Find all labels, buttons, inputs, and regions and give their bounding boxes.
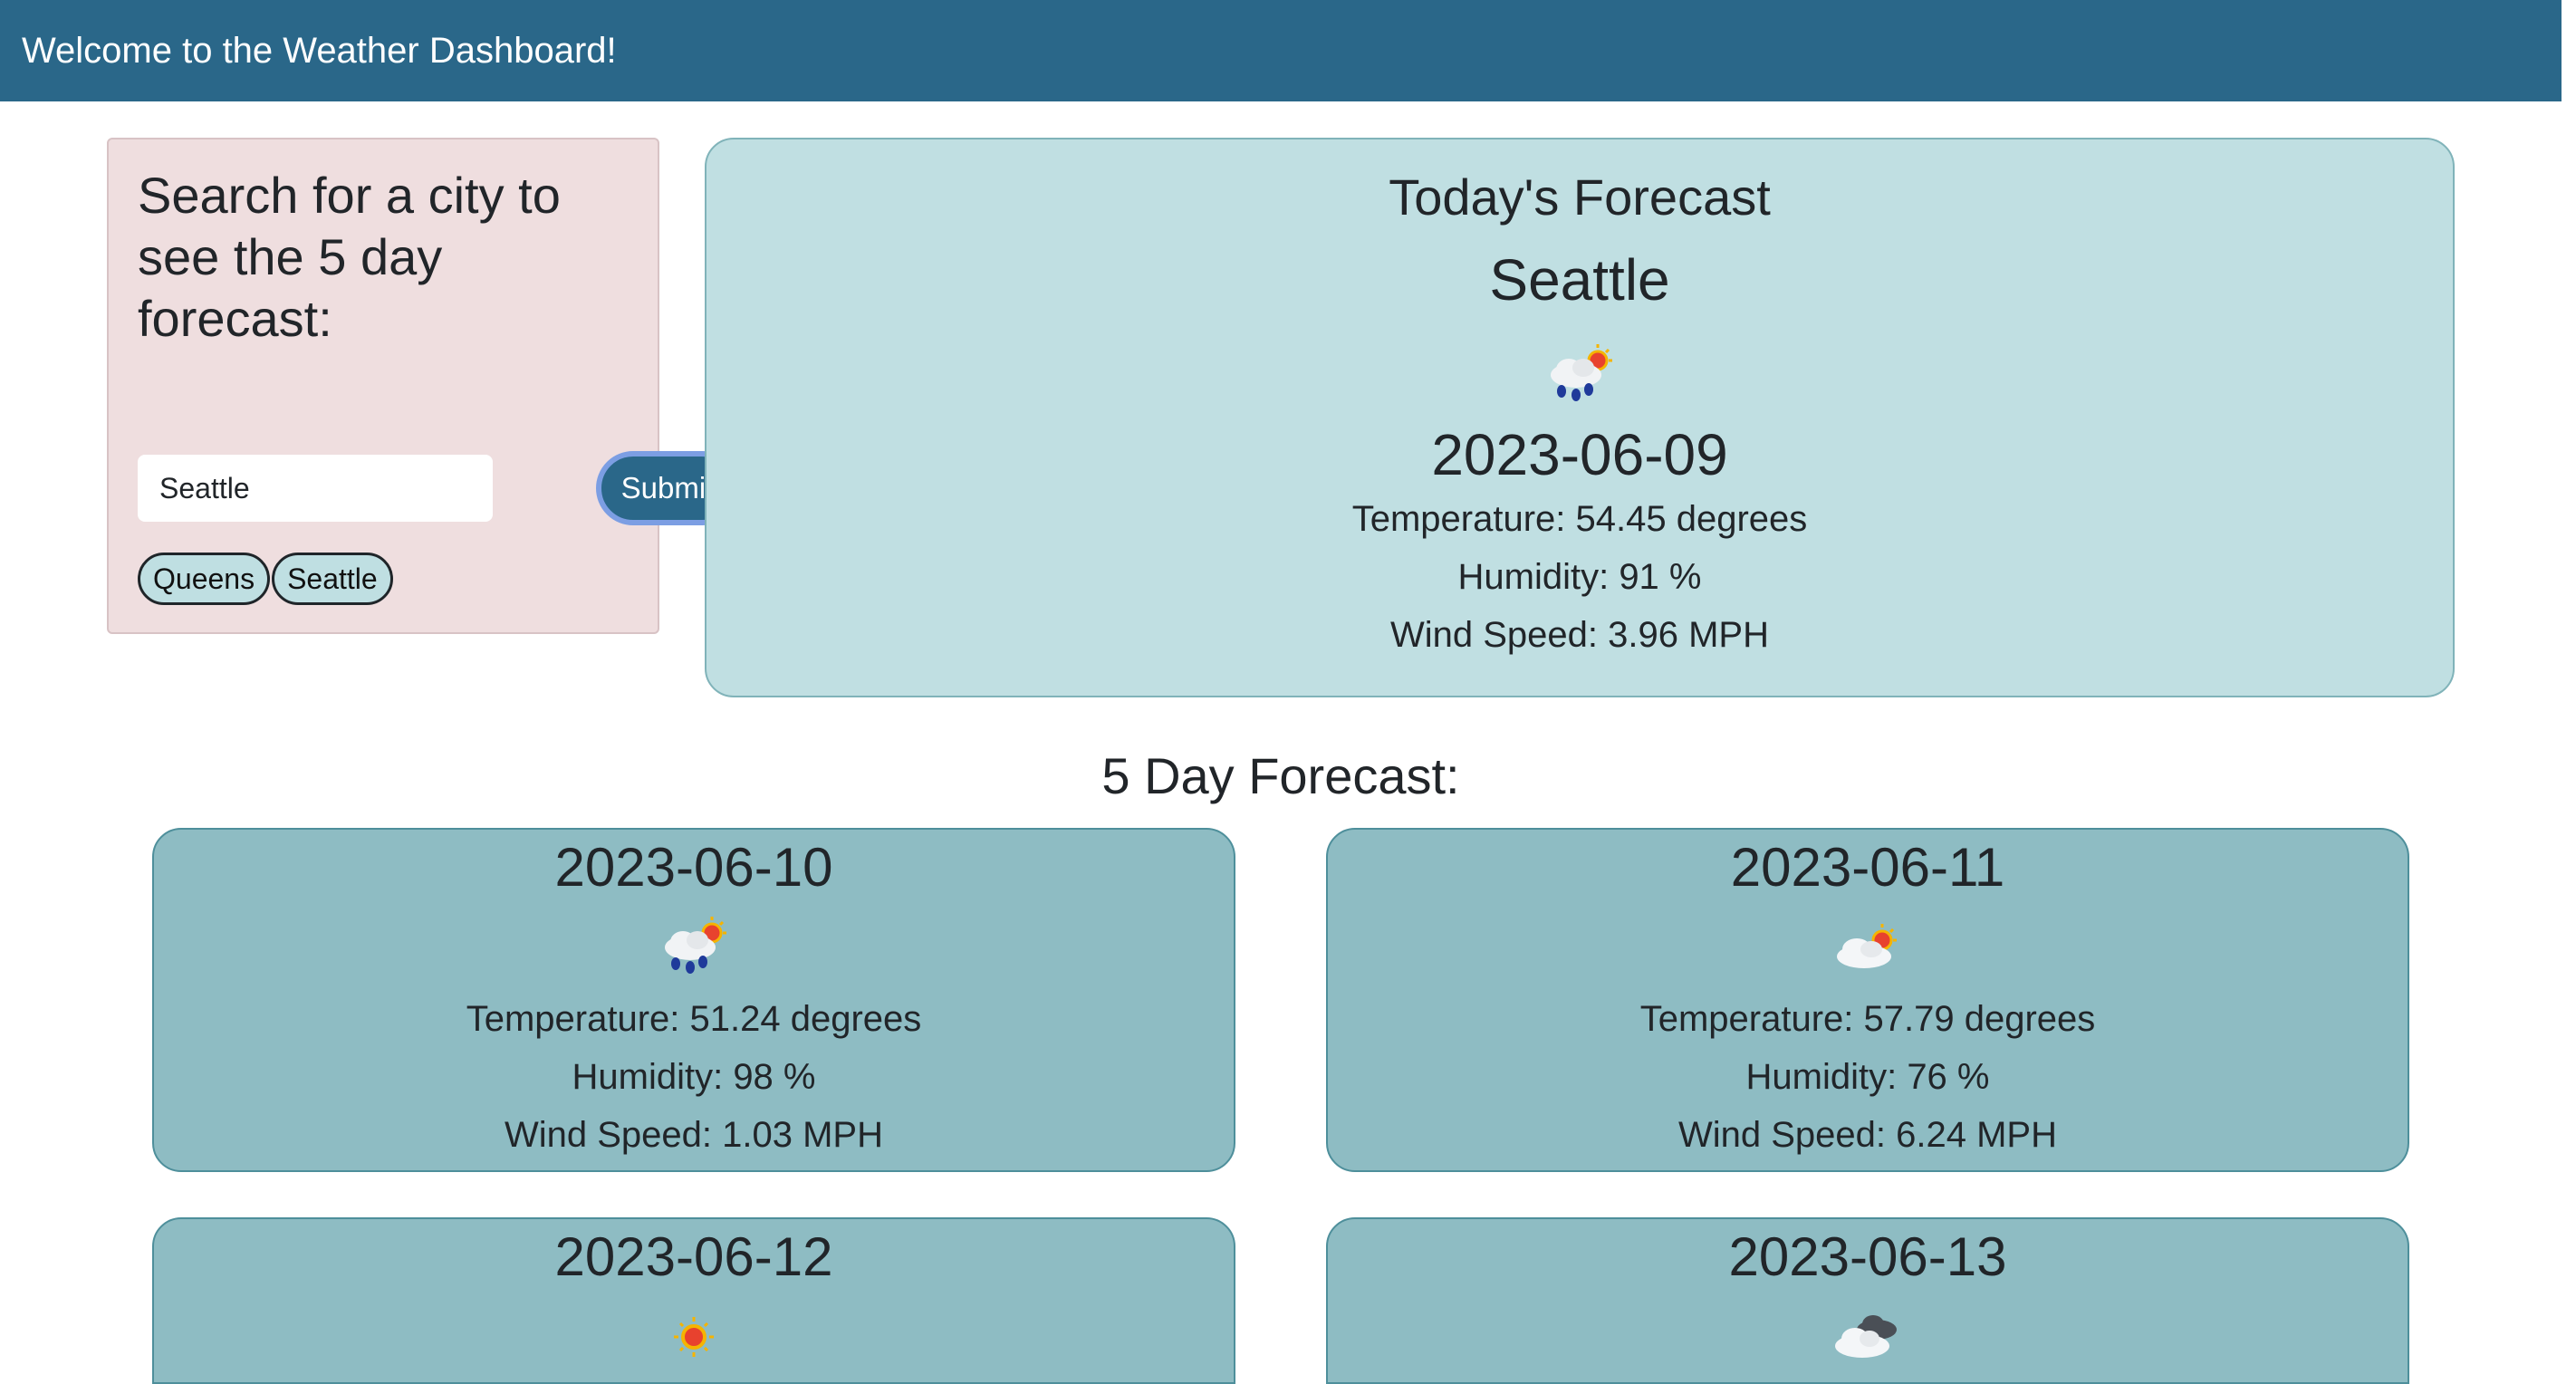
sun-icon: [674, 1317, 714, 1357]
forecast-card-day-1: 2023-06-10 Temperature: 51.24 degrees Hu…: [152, 828, 1235, 1172]
forecast-wind-speed: Wind Speed: 6.24 MPH: [1678, 1115, 2057, 1155]
forecast-date: 2023-06-13: [1728, 1226, 2007, 1287]
clouds-icon: [1835, 1315, 1897, 1358]
today-forecast-card: Today's Forecast Seattle 2023-06-09 Temp…: [705, 138, 2455, 697]
history-button-queens[interactable]: Queens: [138, 553, 271, 605]
rain-sun-icon: [1551, 344, 1612, 401]
forecast-wind-speed: Wind Speed: 1.03 MPH: [505, 1115, 883, 1155]
forecast-card-day-4: 2023-06-13: [1326, 1217, 2409, 1384]
forecast-date: 2023-06-10: [554, 837, 833, 898]
search-panel: Search for a city to see the 5 day forec…: [107, 138, 739, 634]
rain-sun-icon: [665, 917, 726, 974]
search-heading: Search for a city to see the 5 day forec…: [138, 167, 561, 347]
forecast-temperature: Temperature: 57.79 degrees: [1639, 999, 2096, 1039]
forecast-humidity: Humidity: 76 %: [1745, 1057, 1990, 1097]
forecast-date: 2023-06-12: [554, 1226, 833, 1287]
search-history: Queens Seattle: [138, 553, 395, 605]
forecast-card-day-2: 2023-06-11 Temperature: 57.79 degrees Hu…: [1326, 828, 2409, 1172]
today-humidity: Humidity: 91 %: [1457, 557, 1702, 597]
forecast-card-day-3: 2023-06-12: [152, 1217, 1235, 1384]
today-wind-speed: Wind Speed: 3.96 MPH: [1390, 615, 1769, 655]
navbar: Welcome to the Weather Dashboard!: [0, 0, 2562, 101]
forecast-humidity: Humidity: 98 %: [572, 1057, 816, 1097]
today-temperature: Temperature: 54.45 degrees: [1351, 499, 1808, 539]
today-heading: Today's Forecast: [1389, 168, 1771, 226]
weather-dashboard-page: Welcome to the Weather Dashboard! Search…: [0, 0, 2576, 1384]
history-button-seattle[interactable]: Seattle: [272, 553, 393, 605]
today-city: Seattle: [1489, 247, 1670, 312]
forecast-temperature: Temperature: 51.24 degrees: [466, 999, 922, 1039]
today-date: 2023-06-09: [1431, 422, 1728, 487]
cloud-sun-icon: [1837, 924, 1897, 968]
city-search-input[interactable]: [138, 455, 493, 522]
navbar-title: Welcome to the Weather Dashboard!: [22, 30, 617, 71]
forecast-date: 2023-06-11: [1730, 837, 2005, 898]
five-day-heading: 5 Day Forecast:: [1101, 747, 1460, 804]
